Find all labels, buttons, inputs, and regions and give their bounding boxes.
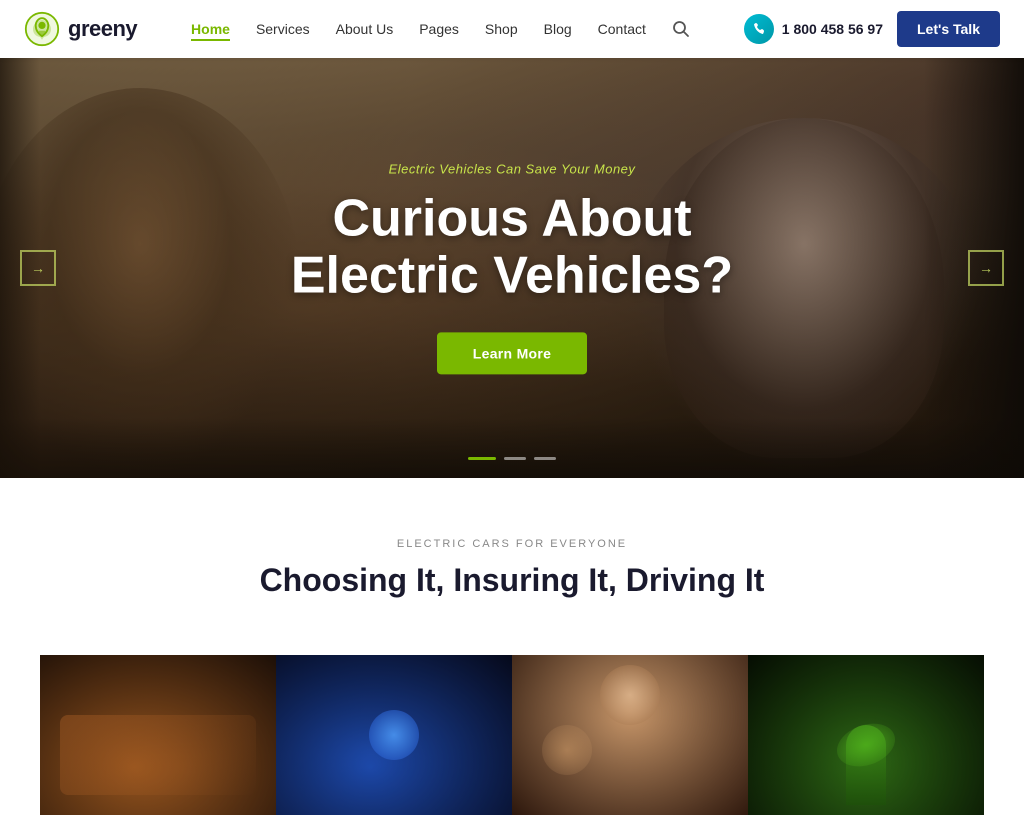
logo[interactable]: greeny	[24, 11, 137, 47]
nav-shop[interactable]: Shop	[485, 21, 518, 37]
logo-text: greeny	[68, 16, 137, 42]
phone-number: 1 800 458 56 97	[782, 21, 883, 37]
search-icon[interactable]	[672, 20, 690, 38]
nav-services[interactable]: Services	[256, 21, 310, 37]
hero-subtitle: Electric Vehicles Can Save Your Money	[212, 161, 812, 176]
slider-dots	[468, 457, 556, 460]
nav-about[interactable]: About Us	[336, 21, 394, 37]
arrow-left-icon: →	[31, 260, 45, 276]
hero-title: Curious About Electric Vehicles?	[212, 190, 812, 304]
phone-wrap: 1 800 458 56 97	[744, 14, 883, 44]
nav-blog[interactable]: Blog	[544, 21, 572, 37]
card-2[interactable]	[276, 655, 512, 815]
main-nav: Home Services About Us Pages Shop Blog C…	[191, 20, 690, 38]
header: greeny Home Services About Us Pages Shop…	[0, 0, 1024, 58]
card-4[interactable]	[748, 655, 984, 815]
dot-3[interactable]	[534, 457, 556, 460]
hero-title-line2: Electric Vehicles?	[291, 247, 733, 305]
arrow-right-icon: →	[979, 260, 993, 276]
card-3[interactable]	[512, 655, 748, 815]
card-1[interactable]	[40, 655, 276, 815]
hero-learn-more-button[interactable]: Learn More	[437, 333, 587, 375]
hero-section: Electric Vehicles Can Save Your Money Cu…	[0, 58, 1024, 478]
header-right: 1 800 458 56 97 Let's Talk	[744, 11, 1000, 47]
dot-1[interactable]	[468, 457, 496, 460]
section-title: Choosing It, Insuring It, Driving It	[40, 562, 984, 599]
logo-icon	[24, 11, 60, 47]
cards-grid	[0, 655, 1024, 815]
slider-next-button[interactable]: →	[968, 250, 1004, 286]
nav-contact[interactable]: Contact	[598, 21, 646, 37]
cta-button[interactable]: Let's Talk	[897, 11, 1000, 47]
nav-pages[interactable]: Pages	[419, 21, 459, 37]
slider-prev-button[interactable]: →	[20, 250, 56, 286]
section-header: ELECTRIC CARS FOR EVERYONE Choosing It, …	[0, 478, 1024, 655]
hero-title-line1: Curious About	[332, 189, 691, 247]
nav-home[interactable]: Home	[191, 21, 230, 37]
phone-icon	[744, 14, 774, 44]
dot-2[interactable]	[504, 457, 526, 460]
hero-content: Electric Vehicles Can Save Your Money Cu…	[212, 161, 812, 374]
section-eyebrow: ELECTRIC CARS FOR EVERYONE	[40, 538, 984, 550]
